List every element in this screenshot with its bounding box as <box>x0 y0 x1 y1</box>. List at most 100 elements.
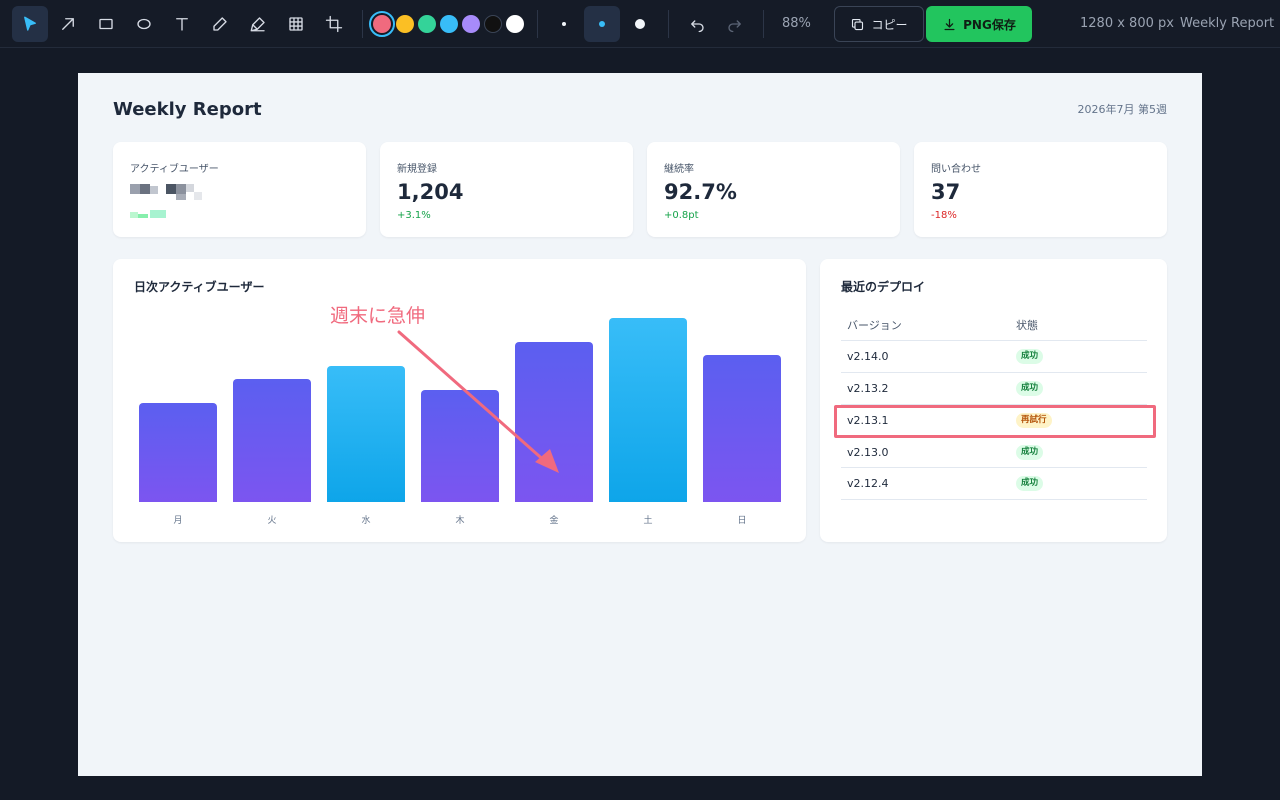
copy-button[interactable]: コピー <box>834 6 924 42</box>
canvas-dimensions: 1280 x 800 px <box>1080 16 1174 31</box>
deploy-version: v2.13.2 <box>847 382 889 395</box>
x-tick-label: 金 <box>549 516 559 526</box>
pen-tool-button[interactable] <box>202 6 238 42</box>
stroke-medium-dot <box>599 21 605 27</box>
grid-icon <box>289 17 303 31</box>
mosaic-tool-button[interactable] <box>278 6 314 42</box>
report-title: Weekly Report <box>113 99 262 120</box>
table-row[interactable]: v2.14.0 成功 <box>841 341 1147 372</box>
stroke-large-dot <box>635 19 645 29</box>
stroke-small-button[interactable] <box>546 6 582 42</box>
kpi-card-new-signups: 新規登録 1,204 +3.1% <box>380 142 633 237</box>
report-canvas[interactable]: Weekly Report 2026年7月 第5週 アクティブユーザー 新規登録… <box>78 73 1202 776</box>
save-png-button[interactable]: PNG保存 <box>926 6 1032 42</box>
toolbar-divider <box>668 10 669 38</box>
mosaic-redaction <box>130 182 210 218</box>
row-divider <box>841 499 1147 500</box>
chart-bar <box>703 355 781 502</box>
status-badge: 成功 <box>1016 445 1044 460</box>
color-swatch-green[interactable] <box>418 15 436 33</box>
toolbar-divider <box>763 10 764 38</box>
copy-icon <box>852 18 864 30</box>
status-badge: 成功 <box>1016 381 1044 396</box>
status-badge: 成功 <box>1016 349 1044 364</box>
zoom-level[interactable]: 88% <box>782 16 811 31</box>
x-tick-label: 土 <box>643 516 653 526</box>
chart-card: 日次アクティブユーザー 月 火 水 木 金 土 日 週末に急伸 <box>113 259 806 542</box>
toolbar: 88% コピー PNG保存 1280 x 800 px Weekly Repor… <box>0 0 1280 48</box>
kpi-card-active-users: アクティブユーザー <box>113 142 366 237</box>
deploy-version: v2.12.4 <box>847 477 889 490</box>
select-tool-button[interactable] <box>12 6 48 42</box>
kpi-label: 継続率 <box>664 164 694 175</box>
kpi-delta: +3.1% <box>397 210 431 221</box>
kpi-label: 新規登録 <box>397 164 437 175</box>
deploy-title: 最近のデプロイ <box>841 280 926 294</box>
chart-bar <box>421 390 499 502</box>
kpi-value: 37 <box>931 180 961 204</box>
color-swatch-yellow[interactable] <box>396 15 414 33</box>
kpi-card-retention: 継続率 92.7% +0.8pt <box>647 142 900 237</box>
text-icon <box>176 18 188 31</box>
table-row[interactable]: v2.13.2 成功 <box>841 373 1147 404</box>
ellipse-icon <box>137 18 151 30</box>
cursor-icon <box>24 16 36 31</box>
kpi-value: 92.7% <box>664 180 737 204</box>
redo-icon <box>728 20 741 33</box>
toolbar-divider <box>537 10 538 38</box>
chart-bar <box>327 366 405 502</box>
chart-bar <box>609 318 687 502</box>
kpi-value: 1,204 <box>397 180 464 204</box>
arrow-icon <box>62 18 74 30</box>
kpi-label: アクティブユーザー <box>130 164 219 175</box>
table-row[interactable]: v2.13.0 成功 <box>841 437 1147 468</box>
download-icon <box>944 18 955 30</box>
report-date: 2026年7月 第5週 <box>1077 103 1168 116</box>
x-tick-label: 火 <box>267 516 277 526</box>
chart-bar <box>139 403 217 502</box>
x-tick-label: 木 <box>455 516 465 526</box>
kpi-card-inquiries: 問い合わせ 37 -18% <box>914 142 1167 237</box>
copy-button-label: コピー <box>871 17 908 32</box>
annotation-text[interactable]: 週末に急伸 <box>330 301 425 328</box>
color-swatch-black[interactable] <box>484 15 502 33</box>
rectangle-tool-button[interactable] <box>88 6 124 42</box>
crop-tool-button[interactable] <box>316 6 352 42</box>
color-swatch-white[interactable] <box>506 15 524 33</box>
x-tick-label: 月 <box>173 516 183 526</box>
column-header-version: バージョン <box>847 319 902 332</box>
stroke-medium-button[interactable] <box>584 6 620 42</box>
x-tick-label: 日 <box>737 516 747 526</box>
deploy-card: 最近のデプロイ バージョン 状態 v2.14.0 成功 v2.13.2 成功 v… <box>820 259 1167 542</box>
document-name: Weekly Report <box>1180 16 1275 31</box>
deploy-version: v2.14.0 <box>847 350 889 363</box>
highlight-rectangle-annotation[interactable] <box>834 405 1156 438</box>
stroke-small-dot <box>562 22 566 26</box>
undo-icon <box>691 20 704 33</box>
redo-button[interactable] <box>717 6 753 42</box>
text-tool-button[interactable] <box>164 6 200 42</box>
rectangle-icon <box>99 18 113 30</box>
save-button-label: PNG保存 <box>963 17 1016 32</box>
color-swatch-blue[interactable] <box>440 15 458 33</box>
table-row[interactable]: v2.12.4 成功 <box>841 468 1147 499</box>
kpi-delta: -18% <box>931 210 957 221</box>
marker-tool-button[interactable] <box>240 6 276 42</box>
chart-bar <box>233 379 311 502</box>
status-badge: 成功 <box>1016 476 1044 491</box>
toolbar-divider <box>362 10 363 38</box>
deploy-version: v2.13.0 <box>847 446 889 459</box>
crop-icon <box>325 15 343 33</box>
chart-bar <box>515 342 593 502</box>
ellipse-tool-button[interactable] <box>126 6 162 42</box>
stroke-large-button[interactable] <box>622 6 658 42</box>
undo-button[interactable] <box>679 6 715 42</box>
kpi-label: 問い合わせ <box>931 164 981 175</box>
color-swatch-purple[interactable] <box>462 15 480 33</box>
arrow-tool-button[interactable] <box>50 6 86 42</box>
x-tick-label: 水 <box>361 516 371 526</box>
color-swatch-red[interactable] <box>369 11 395 37</box>
highlighter-icon <box>250 17 265 32</box>
pen-icon <box>213 17 227 31</box>
kpi-delta: +0.8pt <box>664 210 699 221</box>
